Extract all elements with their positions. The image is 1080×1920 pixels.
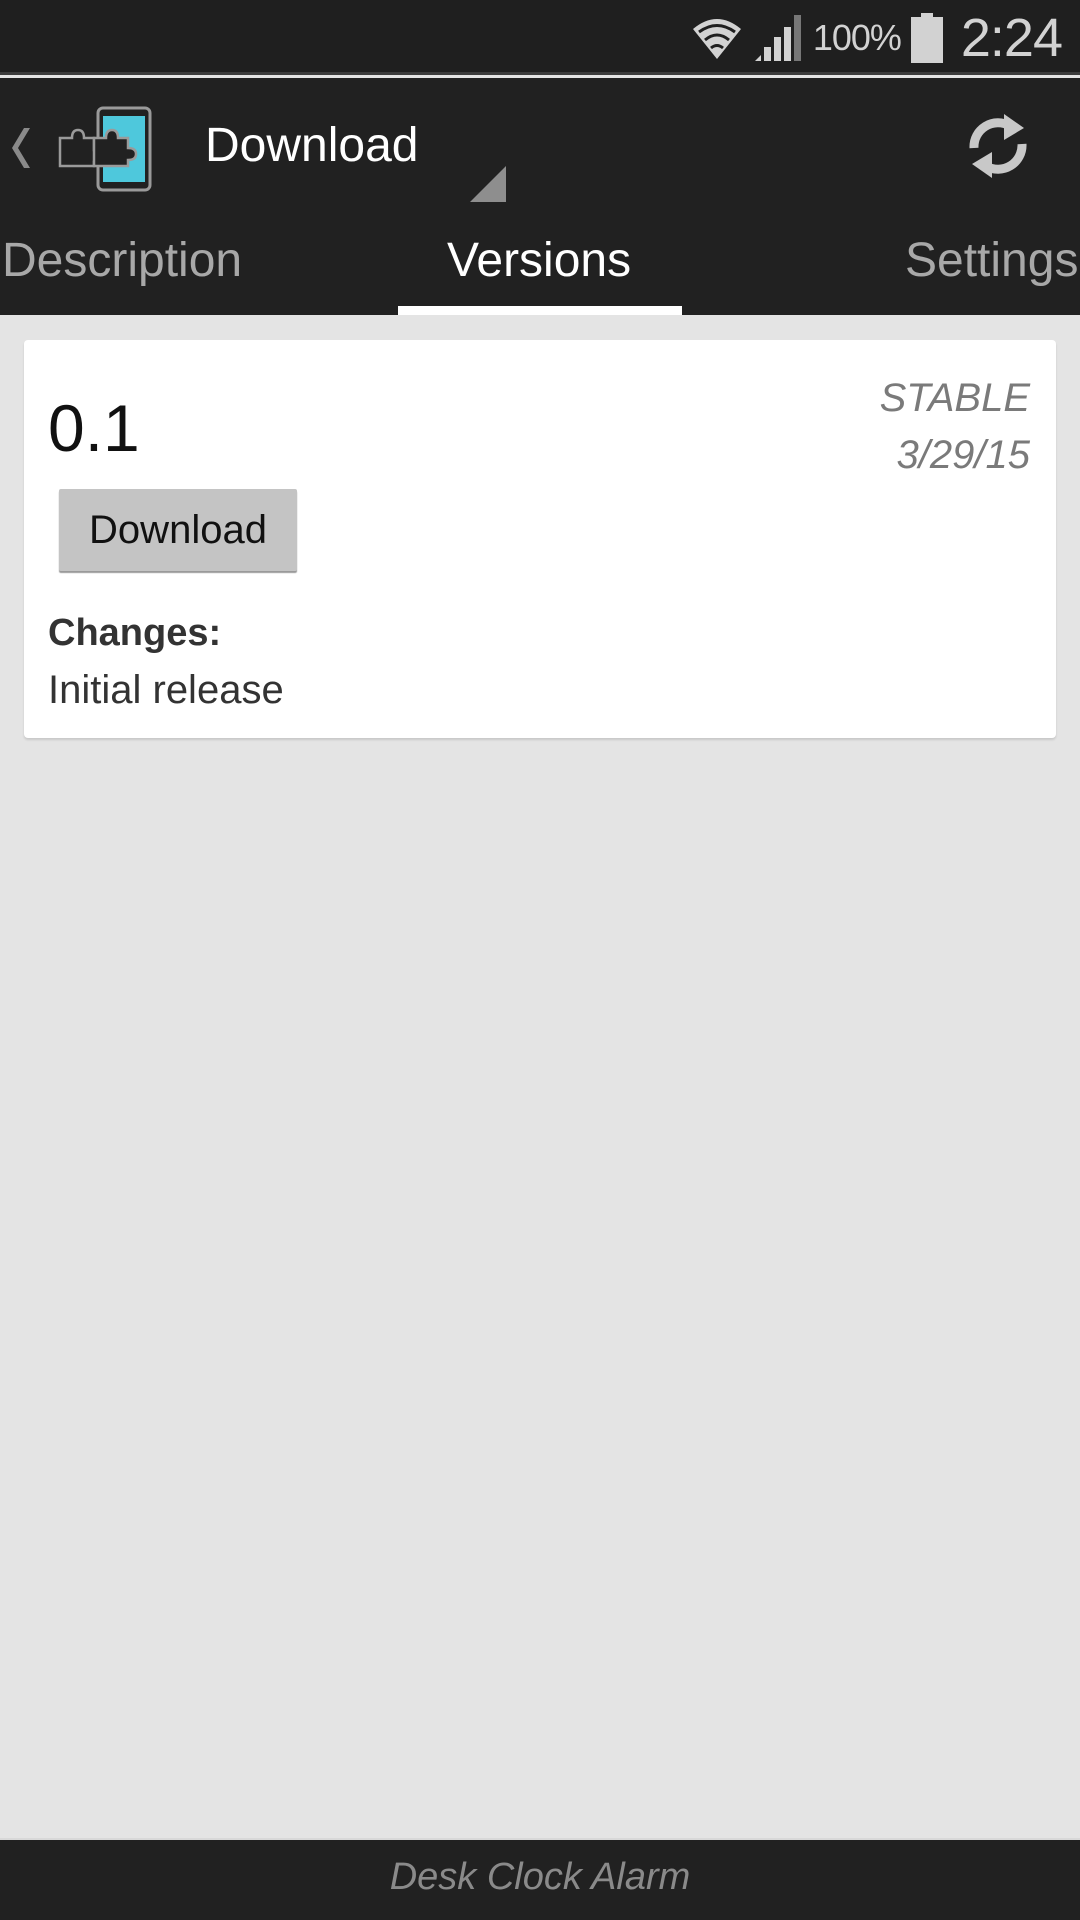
xposed-app-icon[interactable] — [58, 106, 158, 192]
action-bar: Download — [0, 78, 1080, 213]
tab-indicator — [398, 306, 682, 315]
changes-label: Changes: — [48, 612, 222, 654]
wifi-icon — [692, 18, 741, 59]
download-button[interactable]: Download — [59, 489, 297, 571]
status-bar: 100% 2:24 — [0, 0, 1080, 75]
module-name: Desk Clock Alarm — [389, 1856, 691, 1898]
tab-bar: Description Versions Settings — [0, 213, 1080, 315]
screen-title[interactable]: Download — [205, 118, 418, 173]
release-date: 3/29/15 — [896, 433, 1030, 477]
back-chevron-icon[interactable] — [10, 126, 34, 170]
version-card: 0.1 STABLE 3/29/15 Download Changes: Ini… — [24, 340, 1056, 738]
refresh-icon[interactable] — [958, 106, 1038, 186]
tab-settings[interactable]: Settings — [905, 233, 1078, 288]
tab-description[interactable]: Description — [2, 233, 242, 288]
footer-bar: Desk Clock Alarm — [0, 1838, 1080, 1920]
tab-versions[interactable]: Versions — [447, 233, 631, 288]
version-meta: STABLE 3/29/15 — [880, 370, 1030, 484]
version-number: 0.1 — [48, 391, 140, 465]
status-icons: 100% 2:24 — [691, 0, 1063, 75]
spinner-dropdown-icon[interactable] — [470, 166, 506, 202]
release-channel: STABLE — [879, 376, 1030, 420]
clock: 2:24 — [960, 7, 1063, 68]
changes-text: Initial release — [48, 668, 284, 712]
signal-icon — [754, 14, 801, 61]
battery-percent: 100% — [812, 16, 902, 58]
battery-icon — [910, 12, 943, 63]
